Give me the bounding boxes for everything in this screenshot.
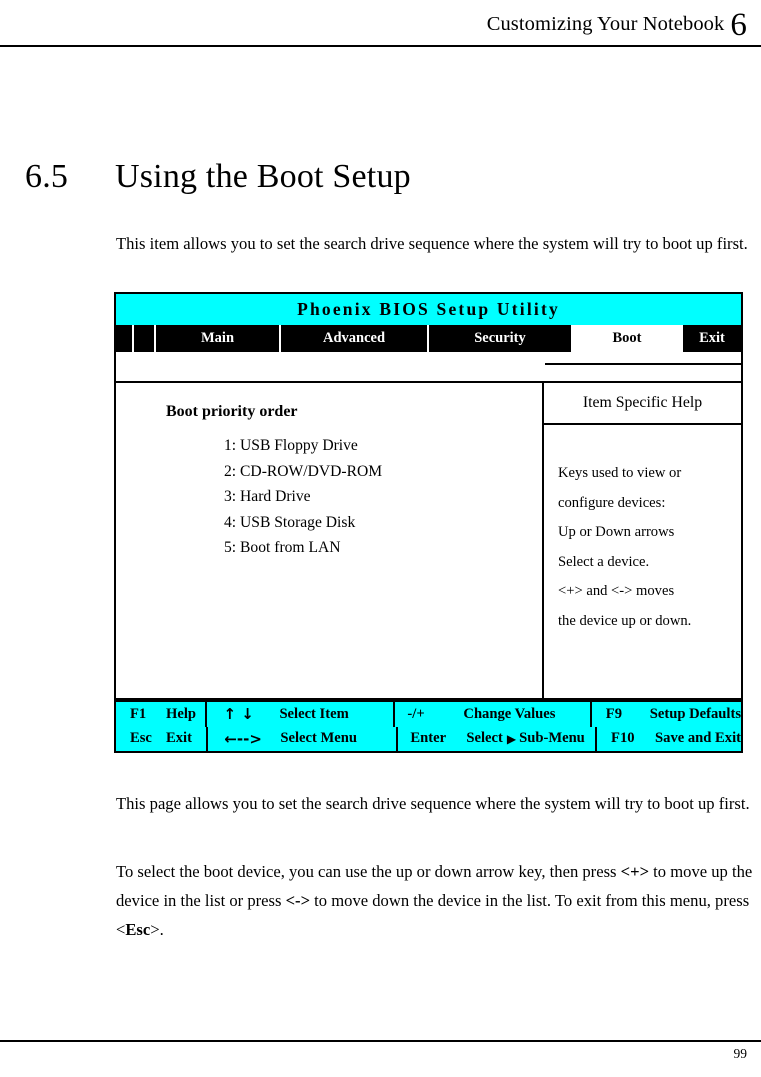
- active-tab-underline: [545, 363, 741, 365]
- intro-paragraph: This item allows you to set the search d…: [116, 233, 748, 253]
- bios-tab-blank-1: [116, 325, 134, 352]
- key-legend-change-values[interactable]: -/+ Change Values: [395, 702, 592, 727]
- page-header: Customizing Your Notebook 6: [0, 0, 761, 46]
- key-action: Change Values: [463, 705, 556, 722]
- key-action: Select: [466, 730, 503, 747]
- outro-text-4: >.: [150, 919, 164, 939]
- bios-key-legend: F1 Help ↑ ↓ Select Item -/+ Change Values F…: [114, 700, 743, 753]
- bios-boot-priority-panel: Boot priority order 1: USB Floppy Drive …: [116, 383, 542, 698]
- bios-tab-advanced[interactable]: Advanced: [281, 325, 429, 352]
- bios-tab-security-label: Security: [474, 330, 526, 346]
- help-line: Up or Down arrows: [558, 524, 675, 540]
- key-label: Esc: [130, 730, 152, 747]
- key-legend-arrows-select-menu[interactable]: ←--> Select Menu: [208, 726, 399, 751]
- bios-tab-exit[interactable]: Exit: [683, 325, 741, 352]
- running-head-title: Customizing Your Notebook: [486, 13, 725, 35]
- key-legend-arrows-select-item[interactable]: ↑ ↓ Select Item: [207, 702, 396, 727]
- key-legend-row-2: Esc Exit ←--> Select Menu Enter Select ▶ Sub-…: [116, 726, 741, 752]
- page-title: 6.5 Using the Boot Setup: [25, 158, 725, 204]
- key-action: Exit: [166, 730, 192, 747]
- key-action-submenu: Sub-Menu: [519, 730, 585, 747]
- boot-device-item[interactable]: 1: USB Floppy Drive: [224, 433, 382, 459]
- bios-tab-boot-label: Boot: [612, 330, 642, 346]
- help-panel-heading: Item Specific Help: [544, 383, 741, 425]
- section-title: Using the Boot Setup: [115, 157, 411, 195]
- boot-device-item[interactable]: 5: Boot from LAN: [224, 535, 382, 561]
- bios-tab-main-label: Main: [200, 330, 235, 346]
- help-panel-body: Keys used to view or configure devices: …: [544, 425, 741, 698]
- left-right-arrow-icon: ←-->: [224, 729, 262, 748]
- key-legend-f1-help[interactable]: F1 Help: [116, 702, 208, 727]
- running-head: Customizing Your Notebook 6: [487, 9, 747, 42]
- triangle-right-icon: ▶: [506, 731, 517, 746]
- up-down-arrow-icon: ↑ ↓: [223, 705, 254, 724]
- key-label: Enter: [410, 730, 447, 747]
- boot-device-item[interactable]: 4: USB Storage Disk: [224, 510, 382, 536]
- key-label: F9: [605, 705, 622, 722]
- bios-setup-screenshot: Phoenix BIOS Setup Utility Main Advanced…: [114, 292, 743, 755]
- boot-device-item[interactable]: 2: CD-ROW/DVD-ROM: [224, 459, 382, 485]
- key-action: Save and Exit: [655, 730, 741, 747]
- key-esc: Esc: [125, 919, 151, 939]
- chapter-number: 6: [730, 7, 747, 43]
- bios-help-panel: Item Specific Help Keys used to view or …: [542, 383, 741, 698]
- bios-tab-main[interactable]: Main: [156, 325, 281, 352]
- key-legend-enter-sub-menu[interactable]: Enter Select ▶ Sub-Menu: [398, 726, 598, 751]
- bios-tab-advanced-label: Advanced: [322, 330, 386, 346]
- outro-paragraph-2: To select the boot device, you can use t…: [116, 857, 754, 944]
- bios-tab-exit-label: Exit: [699, 330, 725, 346]
- bios-tab-security[interactable]: Security: [429, 325, 573, 352]
- key-legend-f10-save-and-exit[interactable]: F10 Save and Exit: [597, 727, 741, 752]
- bios-title-bar: Phoenix BIOS Setup Utility: [114, 292, 743, 325]
- boot-priority-list: 1: USB Floppy Drive 2: CD-ROW/DVD-ROM 3:…: [224, 433, 382, 561]
- key-legend-esc-exit[interactable]: Esc Exit: [116, 726, 209, 751]
- bios-menu-bar: Main Advanced Security Boot Exit: [114, 325, 743, 352]
- header-divider: [0, 45, 761, 47]
- bios-content-area: Boot priority order 1: USB Floppy Drive …: [114, 381, 743, 700]
- key-legend-row-1: F1 Help ↑ ↓ Select Item -/+ Change Values F…: [116, 702, 741, 727]
- key-action: Help: [166, 705, 196, 722]
- help-line: <+> and <-> moves: [558, 583, 675, 599]
- help-line: configure devices:: [558, 494, 666, 511]
- bios-tab-boot[interactable]: Boot: [573, 325, 683, 352]
- key-label: F10: [611, 730, 635, 747]
- help-line: the device up or down.: [558, 612, 692, 629]
- outro-text-1: To select the boot device, you can use t…: [116, 861, 621, 881]
- key-label: F1: [130, 705, 147, 722]
- key-legend-f9-setup-defaults[interactable]: F9 Setup Defaults: [592, 702, 741, 727]
- bios-tab-strip-underline-area: [114, 352, 743, 381]
- bios-title: Phoenix BIOS Setup Utility: [297, 299, 560, 319]
- key-action: Setup Defaults: [649, 705, 741, 722]
- key-label: -/+: [407, 705, 425, 722]
- help-line: Select a device.: [558, 553, 650, 570]
- key-plus: <+>: [620, 861, 650, 881]
- key-action: Select Item: [279, 705, 349, 722]
- key-action: Select Menu: [280, 730, 357, 747]
- bios-tab-blank-2: [134, 325, 156, 352]
- help-line: Keys used to view or: [558, 465, 682, 481]
- key-minus: <->: [285, 890, 311, 910]
- boot-device-item[interactable]: 3: Hard Drive: [224, 484, 382, 510]
- footer-divider: [0, 1040, 761, 1042]
- outro-paragraph-1: This page allows you to set the search d…: [116, 793, 750, 813]
- boot-priority-heading: Boot priority order: [166, 403, 298, 420]
- section-number: 6.5: [25, 157, 69, 195]
- page-number: 99: [733, 1046, 748, 1061]
